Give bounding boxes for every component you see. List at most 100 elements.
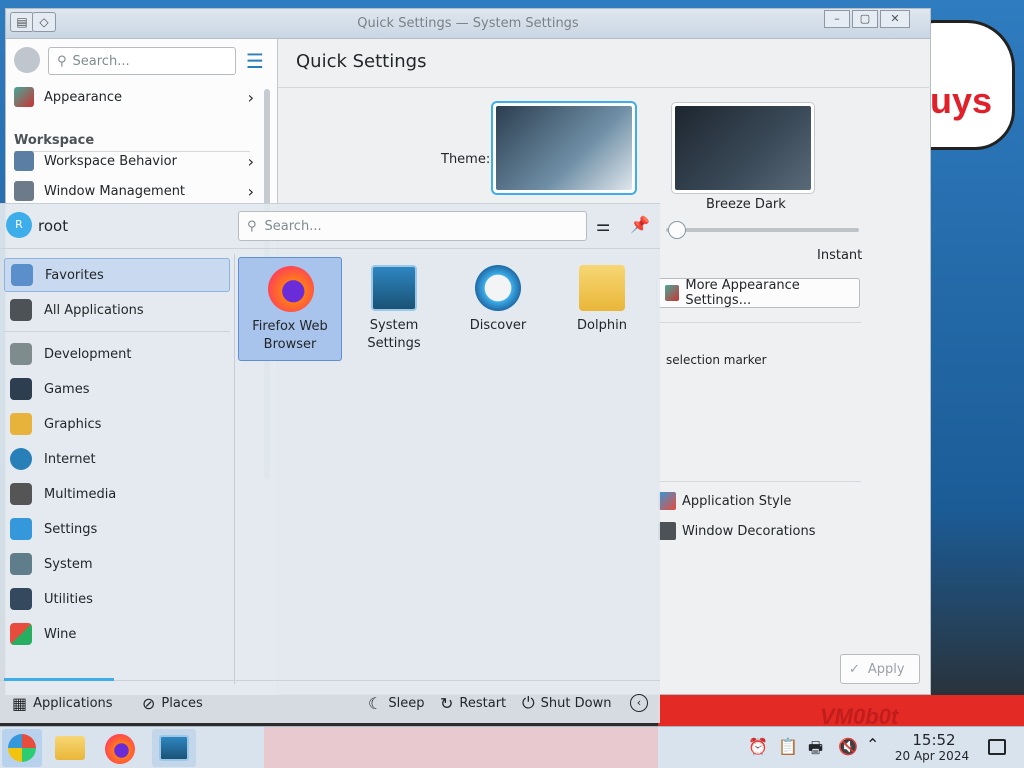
category-label: Internet: [44, 451, 96, 467]
taskbar-file-manager[interactable]: [50, 729, 90, 767]
restart-button[interactable]: ↻ Restart: [440, 682, 506, 724]
sidebar-item-label: Workspace Behavior: [44, 153, 177, 169]
system-icon: [10, 553, 32, 575]
chevron-up-icon[interactable]: ⌃: [866, 735, 879, 754]
category-games[interactable]: Games: [4, 372, 230, 406]
more-appearance-settings-button[interactable]: More Appearance Settings...: [656, 278, 860, 308]
category-wine[interactable]: Wine: [4, 617, 230, 651]
tab-places[interactable]: ⊘ Places: [142, 682, 203, 724]
clock-time[interactable]: 15:52: [895, 731, 973, 749]
window-decorations-icon: [658, 522, 676, 540]
utilities-icon: [10, 588, 32, 610]
divider: [656, 322, 861, 323]
launcher-search-field[interactable]: ⚲ Search...: [238, 211, 587, 241]
category-development[interactable]: Development: [4, 337, 230, 371]
configure-icon[interactable]: ⚌: [596, 216, 610, 235]
theme-name-breeze-dark: Breeze Dark: [706, 197, 786, 212]
printer-icon[interactable]: 🖶: [808, 737, 823, 764]
appearance-icon: [665, 285, 680, 301]
sidebar-item-appearance[interactable]: Appearance ›: [14, 83, 254, 111]
system-settings-icon: [371, 265, 417, 311]
clipboard-icon[interactable]: 📋: [778, 737, 798, 756]
slider-handle[interactable]: [668, 221, 686, 239]
app-firefox[interactable]: Firefox Web Browser: [238, 257, 342, 361]
clock-date[interactable]: 20 Apr 2024: [891, 749, 973, 763]
category-label: Favorites: [45, 267, 104, 283]
app-dolphin[interactable]: Dolphin: [550, 257, 654, 361]
most-used-window-decorations[interactable]: Window Decorations: [658, 522, 816, 540]
window-titlebar[interactable]: ▤ ◇ Quick Settings — System Settings – ▢…: [6, 9, 930, 39]
back-icon[interactable]: [14, 47, 40, 73]
firefox-icon: [268, 266, 314, 312]
workspace-behavior-icon: [14, 151, 34, 171]
grid-icon: ▦: [12, 693, 28, 713]
games-icon: [10, 378, 32, 400]
app-discover[interactable]: Discover: [446, 257, 550, 361]
pin-icon[interactable]: 📌: [630, 215, 650, 234]
minimize-button[interactable]: –: [824, 10, 850, 28]
sidebar-item-workspace-behavior[interactable]: Workspace Behavior ›: [14, 147, 254, 175]
category-all-applications[interactable]: All Applications: [4, 293, 230, 327]
category-label: System: [44, 556, 93, 572]
sleep-button[interactable]: ☾ Sleep: [368, 682, 424, 724]
category-label: Graphics: [44, 416, 102, 432]
app-label: Firefox Web Browser: [252, 319, 328, 352]
category-favorites[interactable]: Favorites: [4, 258, 230, 292]
discover-icon: [475, 265, 521, 311]
sidebar-search-placeholder: Search...: [72, 53, 130, 69]
sidebar-item-window-management[interactable]: Window Management ›: [14, 177, 254, 205]
most-used-application-style[interactable]: Application Style: [658, 492, 791, 510]
leave-more-button[interactable]: ‹: [630, 682, 654, 724]
button-label: Apply: [867, 661, 905, 677]
shutdown-button[interactable]: ⏻ Shut Down: [522, 682, 611, 724]
app-label: Discover: [469, 318, 527, 333]
app-system-settings[interactable]: System Settings: [342, 257, 446, 361]
application-launcher: R root ⚲ Search... ⚌ 📌 Favorites All App…: [0, 203, 660, 723]
divider: [656, 481, 861, 482]
taskbar-system-settings[interactable]: [152, 729, 196, 767]
sidebar-search-field[interactable]: ⚲ Search...: [48, 47, 236, 75]
category-settings[interactable]: Settings: [4, 512, 230, 546]
divider: [0, 248, 660, 249]
page-title: Quick Settings: [296, 51, 427, 72]
taskbar-empty-area: [264, 727, 658, 768]
animation-speed-slider[interactable]: [666, 228, 859, 232]
start-menu-button[interactable]: [2, 729, 42, 767]
tab-applications[interactable]: ▦ Applications: [12, 682, 113, 724]
chevron-left-icon: ‹: [630, 694, 648, 712]
category-internet[interactable]: Internet: [4, 442, 230, 476]
checkmark-icon: ✓: [849, 661, 860, 677]
chevron-right-icon: ›: [247, 181, 254, 201]
search-icon: ⚲: [57, 53, 67, 69]
launcher-search-placeholder: Search...: [264, 218, 322, 234]
user-avatar[interactable]: R: [6, 212, 32, 238]
apply-button[interactable]: ✓ Apply: [840, 654, 920, 684]
wine-icon: [10, 623, 32, 645]
opens-hint-text: selection marker: [666, 353, 767, 367]
divider: [4, 331, 230, 332]
theme-thumbnail-breeze-dark[interactable]: [672, 103, 814, 193]
taskbar: ⏰ 📋 🖶 🔇 ⌃ 15:52 20 Apr 2024: [0, 726, 1024, 768]
folder-icon: [55, 736, 85, 760]
button-label: Shut Down: [540, 695, 612, 711]
maximize-button[interactable]: ▢: [852, 10, 878, 28]
appearance-icon: [14, 87, 34, 107]
category-multimedia[interactable]: Multimedia: [4, 477, 230, 511]
taskbar-firefox[interactable]: [100, 729, 140, 767]
chevron-right-icon: ›: [247, 151, 254, 171]
volume-muted-icon[interactable]: 🔇: [838, 737, 858, 756]
theme-thumbnail-breeze[interactable]: [493, 103, 635, 193]
category-system[interactable]: System: [4, 547, 230, 581]
link-label: Application Style: [682, 493, 792, 509]
all-applications-icon: [10, 299, 32, 321]
category-utilities[interactable]: Utilities: [4, 582, 230, 616]
show-desktop-icon[interactable]: [988, 739, 1006, 755]
application-style-icon: [658, 492, 676, 510]
notifications-icon[interactable]: ⏰: [748, 737, 768, 756]
category-graphics[interactable]: Graphics: [4, 407, 230, 441]
windows-logo-icon: [8, 734, 36, 762]
hamburger-menu-icon[interactable]: ☰: [246, 51, 264, 71]
internet-icon: [10, 448, 32, 470]
sidebar-item-label: Window Management: [44, 183, 186, 199]
close-button[interactable]: ✕: [880, 10, 910, 28]
